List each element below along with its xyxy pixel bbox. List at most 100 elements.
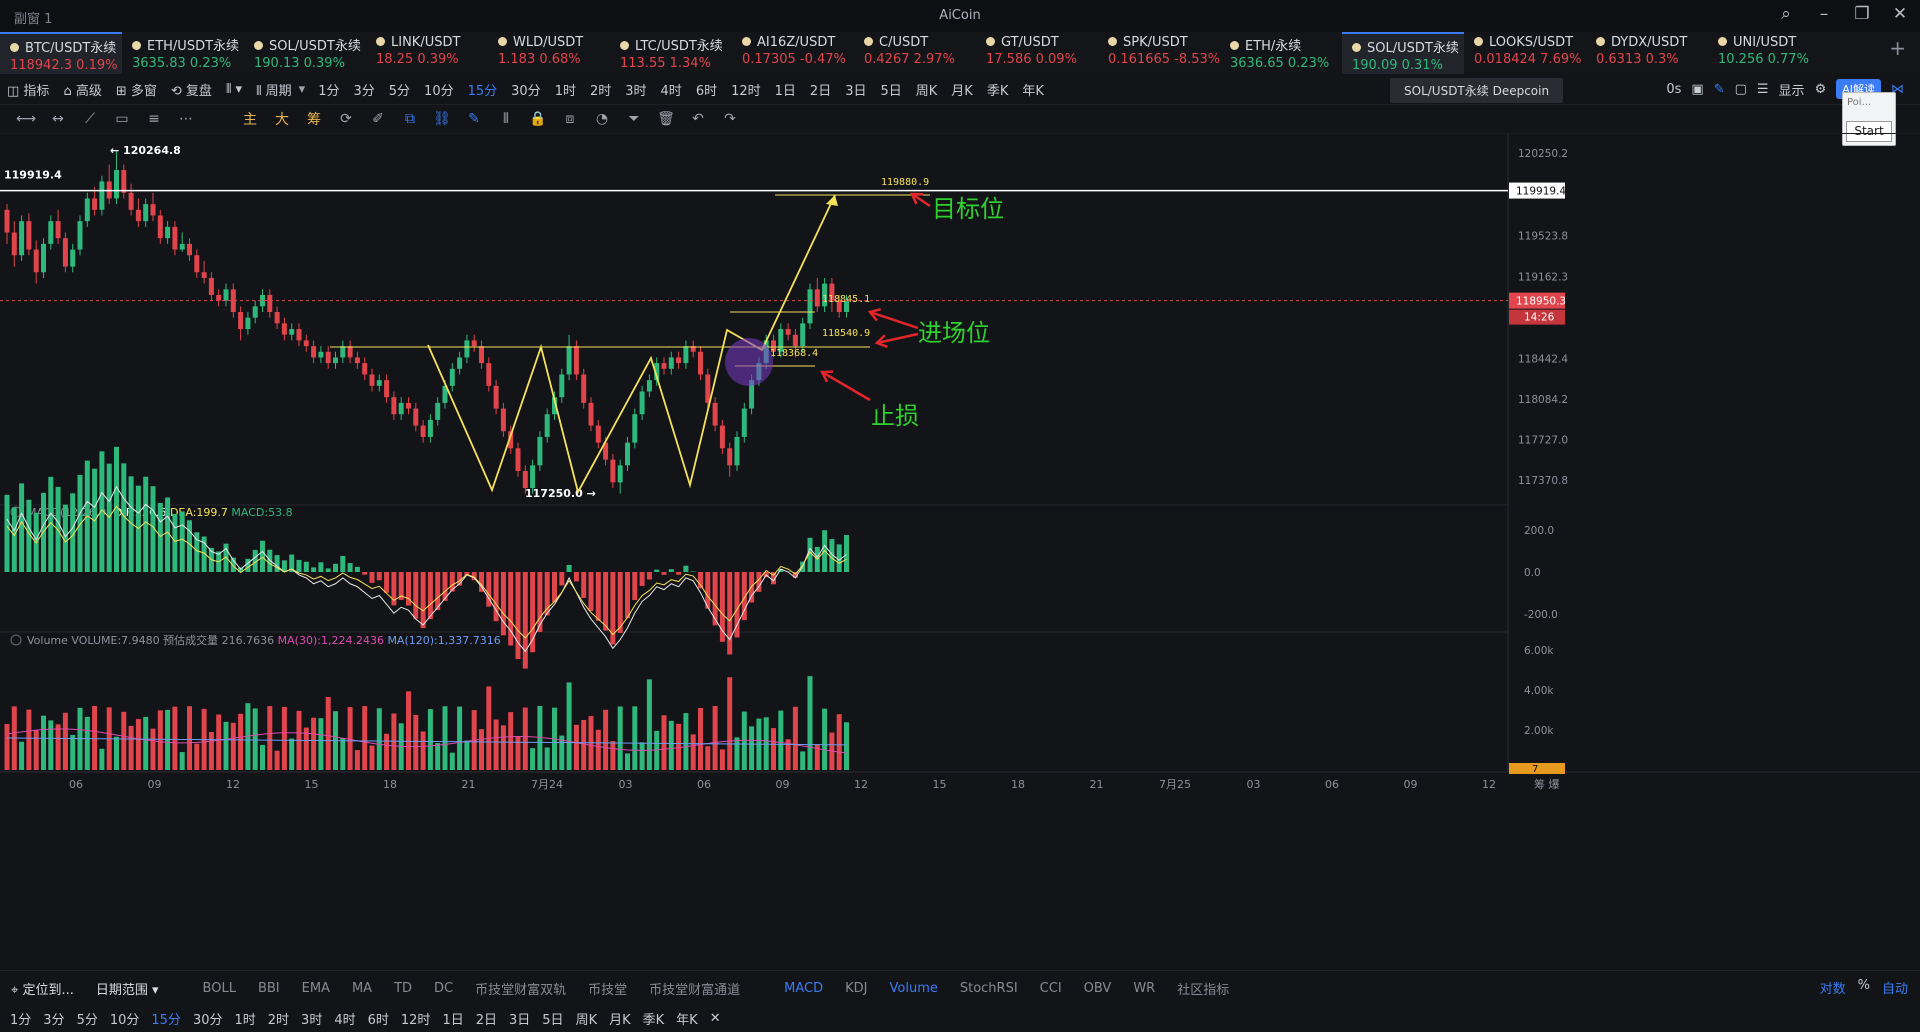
toolbar-chart-indicator-button[interactable]: ◫ 指标 xyxy=(0,80,56,99)
toolbar-candle-type-button[interactable]: ⫴ 周期 xyxy=(249,80,299,99)
period-button[interactable]: 12时 xyxy=(724,80,768,99)
period-shortcut[interactable]: 3分 xyxy=(37,1009,70,1028)
ticker-tab[interactable]: SOL/USDT永续 190.13 0.39% xyxy=(244,32,366,74)
link-icon[interactable]: ⛓ xyxy=(426,111,458,127)
sub-indicator-button[interactable]: CCI xyxy=(1029,981,1073,996)
sub-indicator-button[interactable]: 社区指标 xyxy=(1166,979,1240,998)
sub-indicator-button[interactable]: WR xyxy=(1122,981,1166,996)
ticker-tab[interactable]: GT/USDT 17.586 0.09% xyxy=(976,32,1098,74)
period-button[interactable]: 月K xyxy=(944,80,980,99)
period-button[interactable]: 15分 xyxy=(461,80,505,99)
indicator-button[interactable]: TD xyxy=(383,981,423,996)
period-button[interactable]: 季K xyxy=(980,80,1016,99)
pen-icon[interactable]: ✎ xyxy=(1714,82,1725,97)
more-icon[interactable]: ⋯ xyxy=(170,111,202,127)
chip-tool-2[interactable]: 筹 xyxy=(298,109,330,129)
period-shortcut[interactable]: 3时 xyxy=(295,1009,328,1028)
indicator-button[interactable]: BBI xyxy=(247,981,291,996)
percent-toggle[interactable]: % xyxy=(1858,978,1870,997)
display-button[interactable]: 显示 xyxy=(1779,80,1805,99)
sub-indicator-button[interactable]: OBV xyxy=(1073,981,1123,996)
log-toggle[interactable]: 对数 xyxy=(1820,978,1846,997)
horizontal-line-icon[interactable]: ⟷ xyxy=(10,111,42,127)
period-shortcut[interactable]: 3日 xyxy=(503,1009,536,1028)
ticker-tab[interactable]: SOL/USDT永续 190.09 0.31% xyxy=(1342,32,1464,74)
highlight-pen-icon[interactable]: ✎ xyxy=(458,111,490,127)
period-button[interactable]: 年K xyxy=(1015,80,1051,99)
period-shortcut[interactable]: 2时 xyxy=(262,1009,295,1028)
ticker-tab[interactable]: BTC/USDT永续 118942.3 0.19% xyxy=(0,32,122,74)
trend-line-icon[interactable]: ⟋ xyxy=(74,111,106,127)
indicator-button[interactable]: EMA xyxy=(291,981,341,996)
period-button[interactable]: 5分 xyxy=(382,80,417,99)
trash-icon[interactable]: 🗑 xyxy=(650,111,682,127)
ticker-tab[interactable]: WLD/USDT 1.183 0.68% xyxy=(488,32,610,74)
camera-icon[interactable]: ▣ xyxy=(1691,82,1703,97)
toolbar-multi-window-button[interactable]: ⊞ 多窗 xyxy=(109,80,164,99)
period-shortcut[interactable]: 15分 xyxy=(145,1009,187,1028)
sub-indicator-button[interactable]: MACD xyxy=(773,981,834,996)
period-button[interactable]: 2时 xyxy=(583,80,618,99)
period-shortcut[interactable]: 5分 xyxy=(71,1009,104,1028)
period-button[interactable]: 周K xyxy=(909,80,945,99)
period-shortcut[interactable]: 12时 xyxy=(395,1009,437,1028)
period-button[interactable]: 3分 xyxy=(346,80,381,99)
ticker-tab[interactable]: LINK/USDT 18.25 0.39% xyxy=(366,32,488,74)
period-shortcut[interactable]: 月K xyxy=(603,1009,637,1028)
auto-toggle[interactable]: 自动 xyxy=(1882,978,1908,997)
indicator-button[interactable]: 币技堂财富通道 xyxy=(638,979,751,998)
sub-indicator-button[interactable]: Volume xyxy=(879,981,949,996)
chart-area[interactable]: BTC/USDT永续 2025-07-24 09:45 开 118960.2 高… xyxy=(0,134,1920,970)
note-icon[interactable]: ▢ xyxy=(1735,82,1747,97)
ticker-tab[interactable]: ETH/永续 3636.65 0.23% xyxy=(1220,32,1342,74)
collapse-icon[interactable] xyxy=(10,634,22,646)
period-shortcut[interactable]: 10分 xyxy=(104,1009,146,1028)
period-button[interactable]: 30分 xyxy=(504,80,548,99)
period-shortcut[interactable]: 年K xyxy=(670,1009,704,1028)
period-button[interactable]: 4时 xyxy=(654,80,689,99)
period-button[interactable]: 5日 xyxy=(873,80,908,99)
period-shortcut[interactable]: 30分 xyxy=(187,1009,229,1028)
magnet-icon[interactable]: ◔ xyxy=(586,111,618,127)
parallel-lines-icon[interactable]: ≡ xyxy=(138,111,170,127)
ticker-tab[interactable]: LTC/USDT永续 113.55 1.34% xyxy=(610,32,732,74)
locate-button[interactable]: ⌖ 定位到... xyxy=(0,979,85,998)
period-shortcut[interactable]: 1分 xyxy=(4,1009,37,1028)
sub-indicator-button[interactable]: StochRSI xyxy=(949,981,1029,996)
undo-icon[interactable]: ↶ xyxy=(682,111,714,127)
redo-icon[interactable]: ↷ xyxy=(714,111,746,127)
period-shortcut[interactable]: 1时 xyxy=(228,1009,261,1028)
layout-icon[interactable]: ☰ xyxy=(1757,82,1769,97)
period-shortcut[interactable]: 季K xyxy=(637,1009,671,1028)
ticker-tab[interactable]: ETH/USDT永续 3635.83 0.23% xyxy=(122,32,244,74)
filter-icon[interactable]: ⏷ xyxy=(618,111,650,127)
ticker-tab[interactable]: C/USDT 0.4267 2.97% xyxy=(854,32,976,74)
rotate-icon[interactable]: ⟳ xyxy=(330,111,362,127)
date-range-button[interactable]: 日期范围 ▾ xyxy=(85,979,170,998)
period-button[interactable]: 1分 xyxy=(311,80,346,99)
candles-icon[interactable]: ⫴ xyxy=(490,111,522,127)
ticker-tab[interactable]: LOOKS/USDT 0.018424 7.69% xyxy=(1464,32,1586,74)
chip-tool-0[interactable]: 主 xyxy=(234,109,266,129)
copy-icon[interactable]: ⧉ xyxy=(394,111,426,127)
period-button[interactable]: 2日 xyxy=(803,80,838,99)
period-button[interactable]: 6时 xyxy=(689,80,724,99)
settings-icon[interactable]: ⚙ xyxy=(1815,82,1827,97)
add-tab-icon[interactable]: + xyxy=(1889,36,1906,60)
lock-icon[interactable]: 🔒 xyxy=(522,111,554,127)
period-shortcut[interactable]: 周K xyxy=(570,1009,604,1028)
indicator-button[interactable]: 币技堂 xyxy=(577,979,638,998)
indicator-button[interactable]: MA xyxy=(341,981,383,996)
candle-type-dropdown[interactable]: ⫴ ▾ xyxy=(219,82,249,97)
period-shortcut[interactable]: 2日 xyxy=(470,1009,503,1028)
period-button[interactable]: 3日 xyxy=(838,80,873,99)
brush-icon[interactable]: ✐ xyxy=(362,111,394,127)
ray-icon[interactable]: ↔ xyxy=(42,111,74,127)
indicator-button[interactable]: DC xyxy=(423,981,464,996)
ticker-tab[interactable]: SPK/USDT 0.161665 -8.53% xyxy=(1098,32,1220,74)
period-shortcut[interactable]: 5日 xyxy=(536,1009,569,1028)
ruler-icon[interactable]: ▭ xyxy=(106,111,138,127)
sub-indicator-button[interactable]: KDJ xyxy=(834,981,878,996)
restore-icon[interactable]: ❐ xyxy=(1852,4,1872,24)
search-icon[interactable]: ⌕ xyxy=(1776,4,1796,24)
